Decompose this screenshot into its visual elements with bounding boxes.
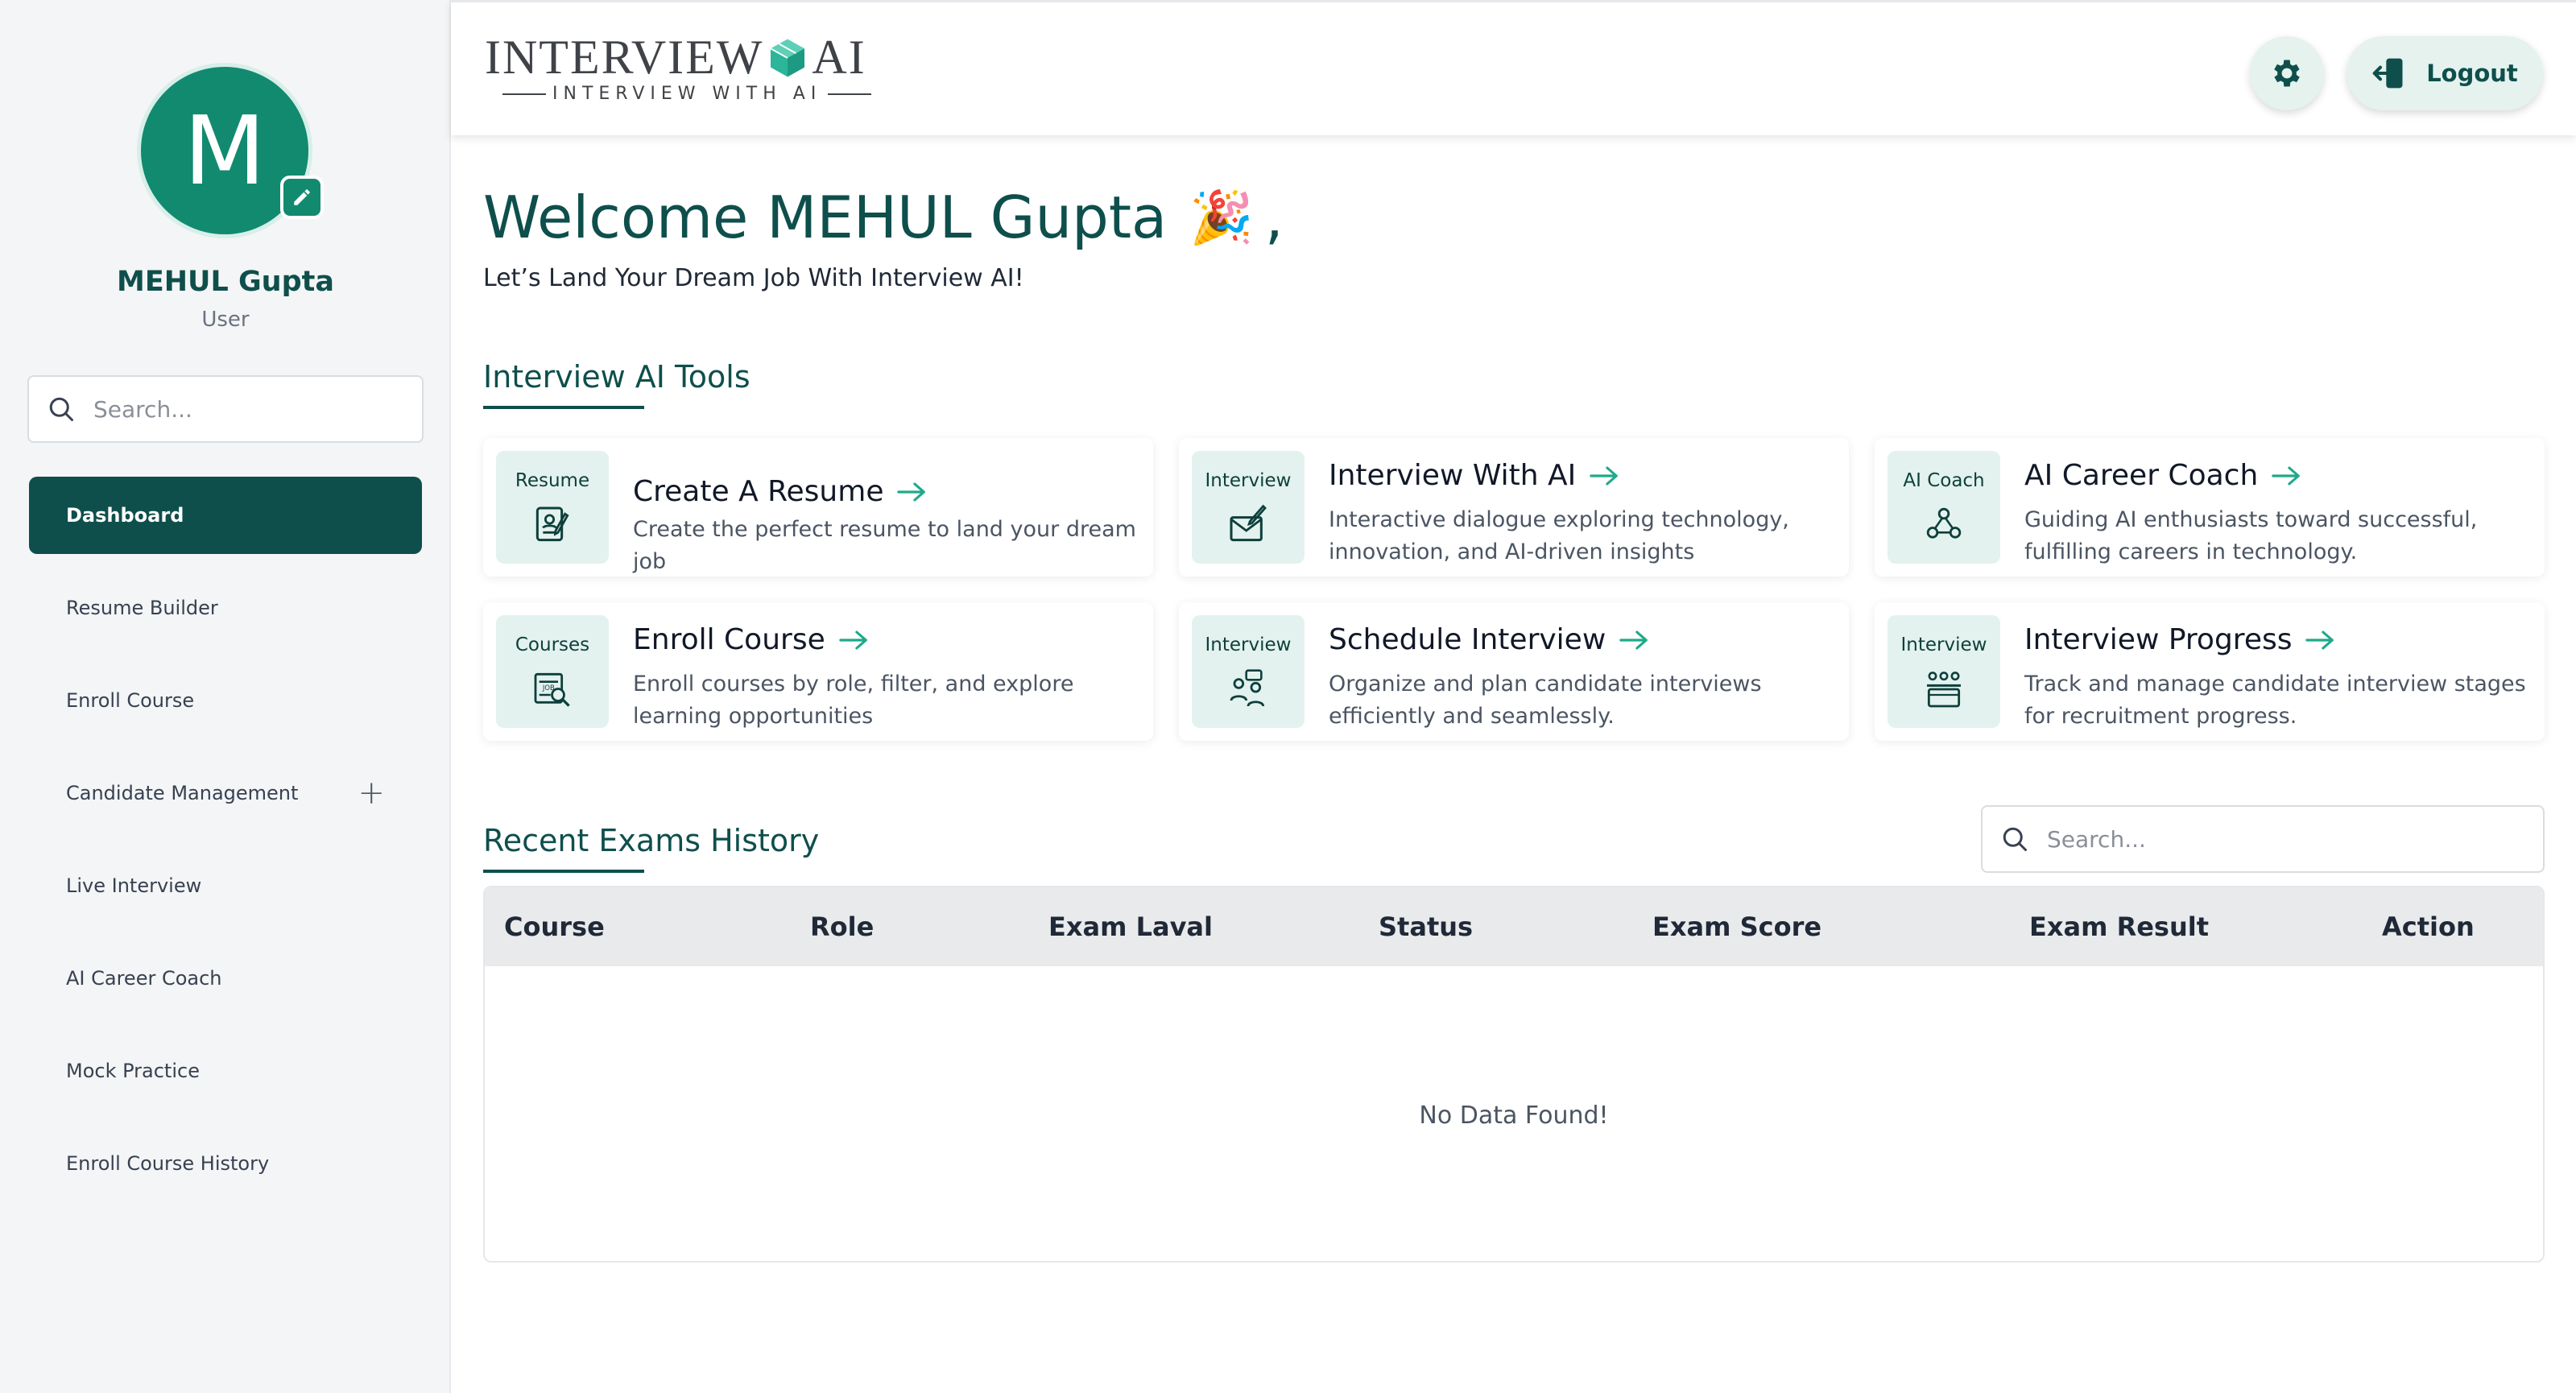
tool-card-icon: Resume — [496, 451, 609, 564]
sidebar-item-live-interview[interactable]: Live Interview — [29, 847, 422, 924]
column-header-role[interactable]: Role — [810, 911, 874, 942]
tool-card-title: Schedule Interview — [1329, 623, 1606, 656]
tool-card-icon: Interview — [1888, 615, 2000, 728]
sidebar-search-input[interactable] — [93, 395, 399, 423]
tool-card-title: Interview Progress — [2024, 623, 2293, 656]
logout-button[interactable]: Logout — [2347, 36, 2543, 110]
tool-card-icon: Courses JOB — [496, 615, 609, 728]
tool-card-title: Create A Resume — [633, 475, 884, 508]
sidebar-item-resume-builder[interactable]: Resume Builder — [29, 569, 422, 647]
avatar-initial: M — [184, 95, 266, 206]
sidebar-item-mock-practice[interactable]: Mock Practice — [29, 1032, 422, 1110]
tool-card-tag: Resume — [515, 470, 590, 491]
tool-card-desc: Track and manage candidate interview sta… — [2024, 672, 2526, 729]
tool-card-desc: Interactive dialogue exploring technolog… — [1329, 507, 1789, 564]
tool-card-tag: Interview — [1205, 634, 1292, 655]
exams-search-input[interactable] — [2047, 825, 2353, 853]
cube-logo-icon — [770, 39, 805, 76]
mail-pencil-icon — [1230, 504, 1267, 542]
logo-ai-text: AI — [812, 31, 866, 84]
sidebar: M MEHUL Gupta User Dashboard Resume Buil… — [0, 0, 451, 1393]
party-emoji-icon: 🎉 — [1189, 188, 1254, 248]
column-header-exam-result[interactable]: Exam Result — [2029, 911, 2209, 942]
empty-state-message: No Data Found! — [1419, 1102, 1609, 1130]
sidebar-nav: Dashboard Resume Builder Enroll Course C… — [29, 477, 422, 1217]
arrow-right-icon — [2305, 630, 2334, 650]
user-name: MEHUL Gupta — [117, 266, 334, 298]
settings-button[interactable] — [2250, 36, 2324, 110]
exams-section-title: Recent Exams History — [483, 823, 820, 873]
column-header-exam-level[interactable]: Exam Laval — [1048, 911, 1213, 942]
sidebar-search — [27, 375, 424, 443]
arrow-right-icon — [839, 630, 867, 650]
resume-icon — [535, 506, 569, 542]
team-network-icon — [1926, 507, 1962, 539]
tool-card-tag: Interview — [1900, 634, 1987, 655]
arrow-right-icon — [1590, 465, 1619, 486]
tool-card-desc: Enroll courses by role, filter, and expl… — [633, 672, 1074, 729]
search-icon — [2003, 827, 2027, 851]
column-header-course[interactable]: Course — [504, 911, 605, 942]
sidebar-item-dashboard[interactable]: Dashboard — [29, 477, 422, 554]
tool-card-desc: Create the perfect resume to land your d… — [633, 517, 1136, 574]
search-icon — [49, 397, 73, 421]
logo-tagline: INTERVIEW WITH AI — [552, 84, 822, 104]
pencil-icon — [294, 189, 310, 205]
exams-table-header: Course Role Exam Laval Status Exam Score… — [485, 887, 2543, 966]
tool-card-enroll-course[interactable]: Courses JOB Enroll Course Enroll courses… — [483, 602, 1153, 741]
job-search-icon: JOB — [534, 672, 570, 707]
column-header-status[interactable]: Status — [1379, 911, 1473, 942]
tool-card-title: Enroll Course — [633, 623, 825, 656]
tool-card-tag: AI Coach — [1903, 470, 1985, 491]
interview-people-icon — [1230, 669, 1265, 707]
tool-card-title: Interview With AI — [1329, 459, 1577, 492]
tool-card-title: AI Career Coach — [2024, 459, 2259, 492]
logo-text: INTERVIEW — [485, 31, 764, 84]
tool-card-interview-with-ai[interactable]: Interview Interview With AI Interactive … — [1179, 438, 1849, 577]
column-header-exam-score[interactable]: Exam Score — [1652, 911, 1821, 942]
svg-text:JOB: JOB — [542, 684, 555, 692]
avatar-edit-button[interactable] — [280, 176, 324, 219]
exams-search — [1981, 805, 2545, 873]
column-header-action[interactable]: Action — [2382, 911, 2475, 942]
tool-card-interview-progress[interactable]: Interview Interview Progress Track and m… — [1875, 602, 2545, 741]
tool-card-tag: Interview — [1205, 470, 1292, 491]
tool-card-icon: Interview — [1192, 451, 1305, 564]
arrow-right-icon — [897, 482, 926, 502]
app-logo[interactable]: INTERVIEW AI INTERVIEW WITH AI — [485, 30, 878, 104]
welcome-title: Welcome MEHUL Gupta — [483, 184, 1168, 251]
logout-label: Logout — [2426, 60, 2518, 87]
welcome-subtitle: Let’s Land Your Dream Job With Interview… — [483, 264, 1024, 292]
plus-icon[interactable]: + — [358, 775, 385, 812]
welcome-heading: Welcome MEHUL Gupta 🎉 , — [483, 184, 1284, 251]
tool-card-desc: Organize and plan candidate interviews e… — [1329, 672, 1762, 729]
welcome-comma: , — [1264, 184, 1284, 251]
logout-icon — [2372, 58, 2403, 89]
tool-card-create-resume[interactable]: Resume Create A Resume Create the perfec… — [483, 438, 1153, 577]
gear-icon — [2274, 60, 2300, 87]
meeting-table-icon — [1927, 672, 1961, 708]
arrow-right-icon — [2272, 465, 2301, 486]
tool-card-icon: AI Coach — [1888, 451, 2000, 564]
exams-table: Course Role Exam Laval Status Exam Score… — [483, 886, 2545, 1263]
top-header: INTERVIEW AI INTERVIEW WITH AI Logout — [451, 0, 2576, 135]
tool-card-tag: Courses — [515, 634, 590, 655]
tool-card-schedule-interview[interactable]: Interview Schedule Interview Organize an… — [1179, 602, 1849, 741]
sidebar-item-candidate-management[interactable]: Candidate Management + — [29, 754, 422, 832]
user-role: User — [201, 308, 250, 332]
tool-card-ai-career-coach[interactable]: AI Coach AI Career Coach Guiding AI enth… — [1875, 438, 2545, 577]
tools-section-title: Interview AI Tools — [483, 359, 750, 409]
sidebar-item-enroll-course-history[interactable]: Enroll Course History — [29, 1125, 422, 1202]
tool-card-icon: Interview — [1192, 615, 1305, 728]
sidebar-item-ai-career-coach[interactable]: AI Career Coach — [29, 940, 422, 1017]
sidebar-item-enroll-course[interactable]: Enroll Course — [29, 662, 422, 739]
tool-card-desc: Guiding AI enthusiasts toward successful… — [2024, 507, 2478, 564]
arrow-right-icon — [1619, 630, 1648, 650]
